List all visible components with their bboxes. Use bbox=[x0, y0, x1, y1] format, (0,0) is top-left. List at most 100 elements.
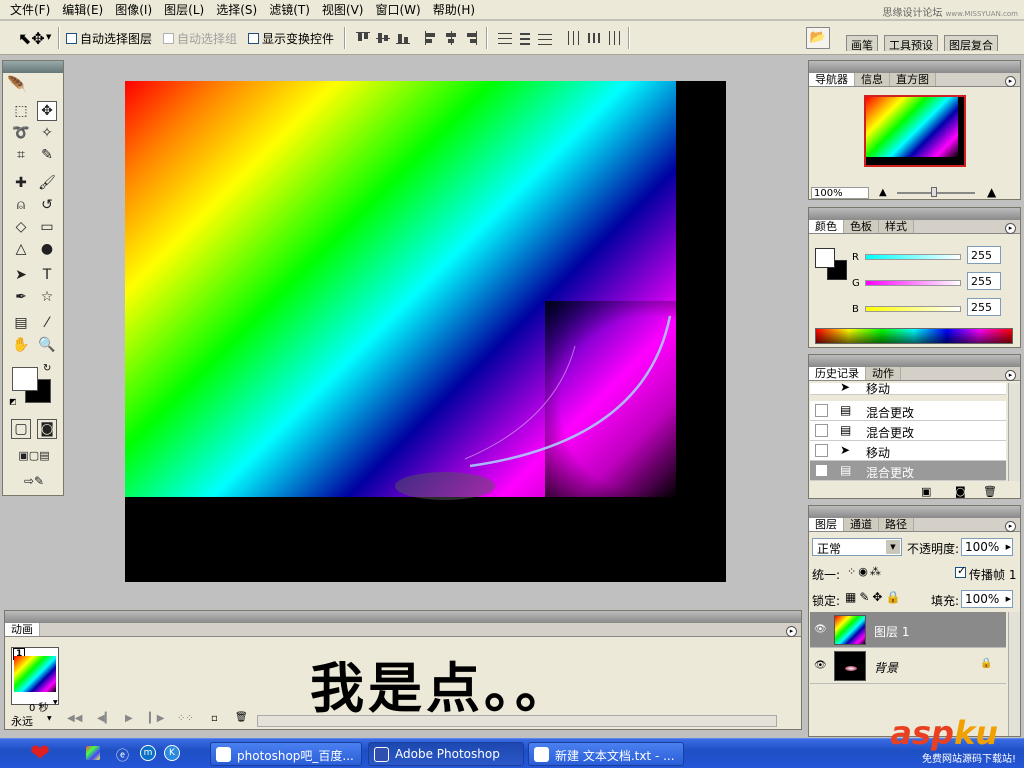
standard-mode-icon[interactable]: ▢ bbox=[11, 419, 31, 439]
foreground-color-swatch[interactable] bbox=[12, 367, 38, 391]
chevron-down-icon[interactable]: ▼ bbox=[53, 699, 58, 706]
foreground-swatch[interactable] bbox=[815, 248, 835, 268]
visibility-eye-icon[interactable]: 👁 bbox=[814, 624, 827, 635]
dodge-tool-icon[interactable]: ● bbox=[37, 239, 57, 259]
move-tool-icon[interactable]: ✥ bbox=[37, 101, 57, 121]
align-right-icon[interactable] bbox=[464, 31, 478, 45]
tab-navigator[interactable]: 导航器 bbox=[809, 73, 855, 86]
history-snapshot-box[interactable] bbox=[815, 424, 828, 437]
tab-layers[interactable]: 图层 bbox=[809, 518, 844, 531]
blue-value-field[interactable]: 255 bbox=[967, 298, 1001, 316]
opacity-field[interactable]: 100% ▶ bbox=[961, 538, 1013, 556]
align-hcenter-icon[interactable] bbox=[444, 31, 458, 45]
next-frame-icon[interactable]: ▎▶ bbox=[149, 713, 164, 724]
duplicate-frame-icon[interactable]: ▫ bbox=[211, 713, 218, 724]
tab-tool-presets[interactable]: 工具预设 bbox=[884, 35, 938, 52]
animation-frame[interactable]: 1 bbox=[11, 647, 59, 705]
jump-to-imageready-icon[interactable]: ⇨✎ bbox=[11, 471, 57, 491]
panel-titlebar[interactable] bbox=[809, 506, 1020, 518]
slice-tool-icon[interactable]: ✎ bbox=[37, 145, 57, 165]
green-slider[interactable] bbox=[865, 280, 961, 286]
toolbox-titlebar[interactable] bbox=[3, 61, 63, 73]
history-item[interactable]: ➤ 移动 bbox=[810, 441, 1006, 461]
gradient-tool-icon[interactable]: ▭ bbox=[37, 217, 57, 237]
file-browser-icon[interactable]: 📂 bbox=[806, 27, 830, 49]
distribute-top-icon[interactable] bbox=[498, 31, 512, 45]
auto-select-layer-option[interactable]: 自动选择图层 bbox=[66, 30, 152, 47]
tab-brushes[interactable]: 画笔 bbox=[846, 35, 878, 52]
quick-mask-icon[interactable]: ◙ bbox=[37, 419, 57, 439]
distribute-vcenter-icon[interactable] bbox=[518, 31, 532, 45]
new-snapshot-icon[interactable]: ◙ bbox=[955, 485, 966, 498]
healing-brush-icon[interactable]: ✚ bbox=[11, 173, 31, 193]
distribute-bottom-icon[interactable] bbox=[538, 31, 552, 45]
path-selection-icon[interactable]: ➤ bbox=[11, 265, 31, 285]
panel-menu-icon[interactable]: ▸ bbox=[1005, 521, 1016, 532]
distribute-left-icon[interactable] bbox=[566, 31, 580, 45]
tab-color[interactable]: 颜色 bbox=[809, 220, 844, 233]
navigator-thumbnail[interactable] bbox=[864, 95, 966, 167]
trash-icon[interactable]: 🗑 bbox=[983, 485, 997, 498]
panel-titlebar[interactable] bbox=[5, 611, 801, 623]
fill-dropdown-icon[interactable]: ▶ bbox=[1006, 595, 1011, 603]
tab-actions[interactable]: 动作 bbox=[866, 367, 901, 380]
menu-image[interactable]: 图像(I) bbox=[109, 0, 158, 20]
quicklaunch-m-icon[interactable]: m bbox=[140, 745, 156, 761]
pen-tool-icon[interactable]: ✒ bbox=[11, 287, 31, 307]
document-canvas[interactable] bbox=[125, 81, 726, 582]
show-transform-checkbox[interactable] bbox=[248, 33, 259, 44]
clone-stamp-icon[interactable]: ⍝ bbox=[11, 195, 31, 215]
frame-delay[interactable]: 0 秒 bbox=[29, 699, 49, 714]
tab-paths[interactable]: 路径 bbox=[879, 518, 914, 531]
eyedropper-icon[interactable]: ⁄ bbox=[37, 313, 57, 333]
color-spectrum-bar[interactable] bbox=[815, 328, 1013, 344]
show-transform-option[interactable]: 显示变换控件 bbox=[248, 30, 334, 47]
panel-titlebar[interactable] bbox=[809, 208, 1020, 220]
red-value-field[interactable]: 255 bbox=[967, 246, 1001, 264]
distribute-hcenter-icon[interactable] bbox=[586, 31, 600, 45]
type-tool-icon[interactable]: T bbox=[37, 265, 57, 285]
new-document-from-state-icon[interactable]: ▣ bbox=[921, 485, 931, 498]
menu-help[interactable]: 帮助(H) bbox=[427, 0, 481, 20]
hand-tool-icon[interactable]: ✋ bbox=[11, 335, 31, 355]
layers-scrollbar[interactable] bbox=[1008, 612, 1020, 736]
history-item-selected[interactable]: ▤ 混合更改 bbox=[810, 461, 1006, 481]
history-snapshot-box[interactable] bbox=[815, 444, 828, 457]
history-item[interactable]: ➤ 移动 bbox=[810, 380, 1006, 396]
lasso-tool-icon[interactable]: ➰ bbox=[11, 123, 31, 143]
tab-styles[interactable]: 样式 bbox=[879, 220, 914, 233]
history-brush-icon[interactable]: ↺ bbox=[37, 195, 57, 215]
eraser-tool-icon[interactable]: ◇ bbox=[11, 217, 31, 237]
distribute-right-icon[interactable] bbox=[606, 31, 620, 45]
taskbar-button-photoshop[interactable]: Adobe Photoshop bbox=[368, 742, 524, 766]
menu-file[interactable]: 文件(F) bbox=[4, 0, 56, 20]
quicklaunch-paint-icon[interactable] bbox=[86, 746, 100, 760]
panel-menu-icon[interactable]: ▸ bbox=[1005, 76, 1016, 87]
layer-row-background[interactable]: 👁 背景 🔒 bbox=[810, 648, 1006, 684]
quicklaunch-ie-icon[interactable]: ⓔ bbox=[116, 745, 129, 764]
taskbar-button-browser[interactable]: photoshop吧_百度... bbox=[210, 742, 362, 766]
chevron-down-icon[interactable]: ▼ bbox=[47, 715, 52, 722]
zoom-out-icon[interactable]: ▲ bbox=[879, 187, 887, 198]
blur-tool-icon[interactable]: △ bbox=[11, 239, 31, 259]
zoom-tool-icon[interactable]: 🔍 bbox=[37, 335, 57, 355]
trash-icon[interactable]: 🗑 bbox=[235, 712, 248, 723]
menu-filter[interactable]: 滤镜(T) bbox=[263, 0, 316, 20]
tween-icon[interactable]: ⁘⁘ bbox=[177, 713, 194, 724]
visibility-eye-icon[interactable]: 👁 bbox=[814, 660, 827, 671]
swap-colors-icon[interactable]: ↻ bbox=[43, 363, 51, 374]
zoom-slider-thumb[interactable] bbox=[931, 187, 937, 197]
tab-histogram[interactable]: 直方图 bbox=[890, 73, 936, 86]
tab-channels[interactable]: 通道 bbox=[844, 518, 879, 531]
tab-info[interactable]: 信息 bbox=[855, 73, 890, 86]
crop-tool-icon[interactable]: ⌗ bbox=[11, 145, 31, 165]
panel-menu-icon[interactable]: ▸ bbox=[786, 626, 797, 637]
loop-option[interactable]: 永远 bbox=[11, 713, 33, 729]
auto-select-layer-checkbox[interactable] bbox=[66, 33, 77, 44]
marquee-tool-icon[interactable]: ⬚ bbox=[11, 101, 31, 121]
layer-name[interactable]: 图层 1 bbox=[874, 623, 909, 640]
quicklaunch-k-icon[interactable]: K bbox=[164, 745, 180, 761]
previous-frame-icon[interactable]: ◀▎ bbox=[97, 713, 112, 724]
magic-wand-icon[interactable]: ✧ bbox=[37, 123, 57, 143]
tab-swatches[interactable]: 色板 bbox=[844, 220, 879, 233]
